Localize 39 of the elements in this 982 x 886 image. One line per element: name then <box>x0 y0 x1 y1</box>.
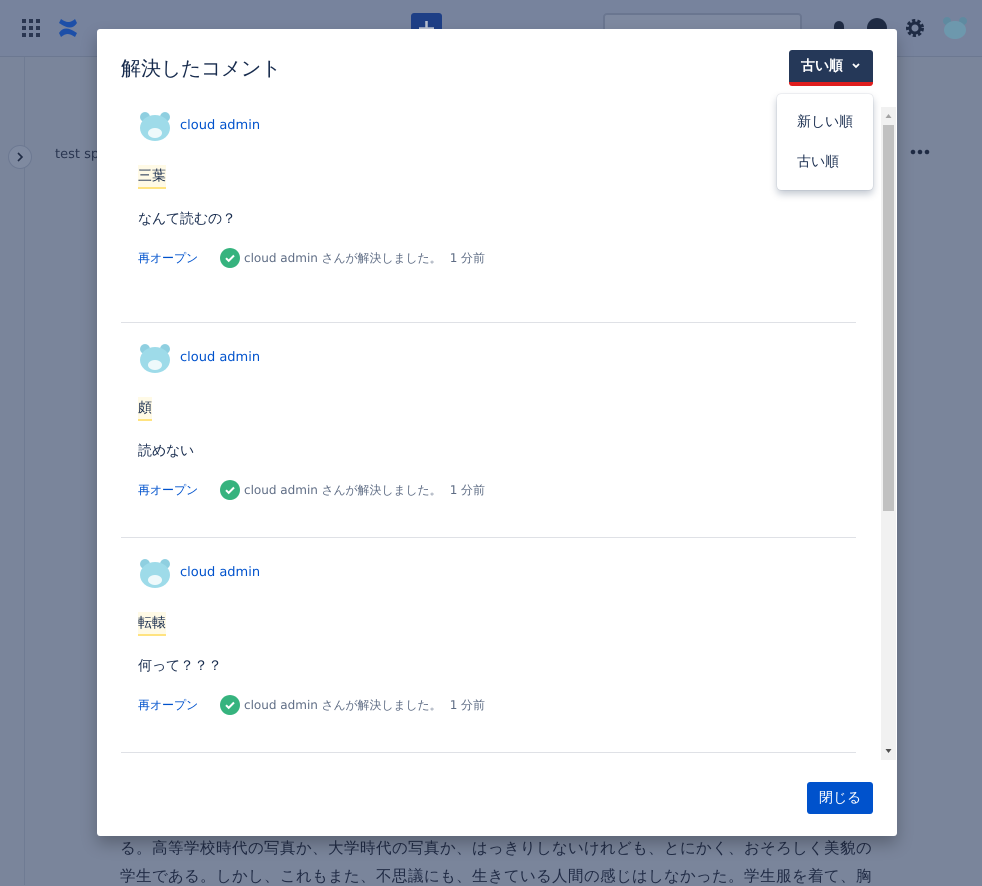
sort-dropdown[interactable]: 古い順 <box>789 50 873 86</box>
avatar <box>138 109 172 143</box>
reopen-link[interactable]: 再オープン <box>138 481 198 499</box>
highlighted-text: 転轅 <box>138 612 166 636</box>
timestamp: 1 分前 <box>450 250 486 267</box>
comment-text: 読めない <box>138 442 195 461</box>
timestamp: 1 分前 <box>450 697 486 714</box>
check-icon <box>220 480 240 500</box>
sort-option[interactable]: 新しい順 <box>777 102 873 142</box>
highlighted-text: 頗 <box>138 397 152 421</box>
dialog-title: 解決したコメント <box>121 55 281 82</box>
scrollbar[interactable] <box>881 107 896 760</box>
reopen-link[interactable]: 再オープン <box>138 249 198 267</box>
comment-text: なんて読むの？ <box>138 210 237 229</box>
logo-icon[interactable] <box>57 17 79 39</box>
resolved-text: cloud admin さんが解決しました。 <box>244 250 442 267</box>
expand-button[interactable] <box>8 145 32 169</box>
author-link[interactable]: cloud admin <box>180 563 260 583</box>
timestamp: 1 分前 <box>450 482 486 499</box>
author-link[interactable]: cloud admin <box>180 348 260 368</box>
caret-icon <box>851 62 861 70</box>
close-button[interactable]: 閉じる <box>807 782 873 814</box>
author-link[interactable]: cloud admin <box>180 116 260 136</box>
check-icon <box>220 695 240 715</box>
sort-option[interactable]: 古い順 <box>777 142 873 182</box>
reopen-link[interactable]: 再オープン <box>138 696 198 714</box>
avatar <box>138 341 172 375</box>
chevron-right-icon <box>16 152 24 162</box>
app-grid-icon[interactable] <box>21 18 41 38</box>
more-icon[interactable] <box>910 149 930 155</box>
settings-icon[interactable] <box>904 17 926 39</box>
comment-text: 何って？？？ <box>138 657 223 676</box>
avatar <box>138 556 172 590</box>
body-text-line: る。高等学校時代の写真か、大学時代の写真か、はっきりしないけれども、とにかく、おそろしく美貌の <box>120 838 872 859</box>
check-icon <box>220 248 240 268</box>
body-text-line: 学生である。しかし、これもまた、不思議にも、生きている人間の感じはしなかった。学生服を着て、胸 <box>120 866 872 886</box>
highlighted-text: 三葉 <box>138 165 166 189</box>
resolved-text: cloud admin さんが解決しました。 <box>244 697 442 714</box>
resolved-text: cloud admin さんが解決しました。 <box>244 482 442 499</box>
